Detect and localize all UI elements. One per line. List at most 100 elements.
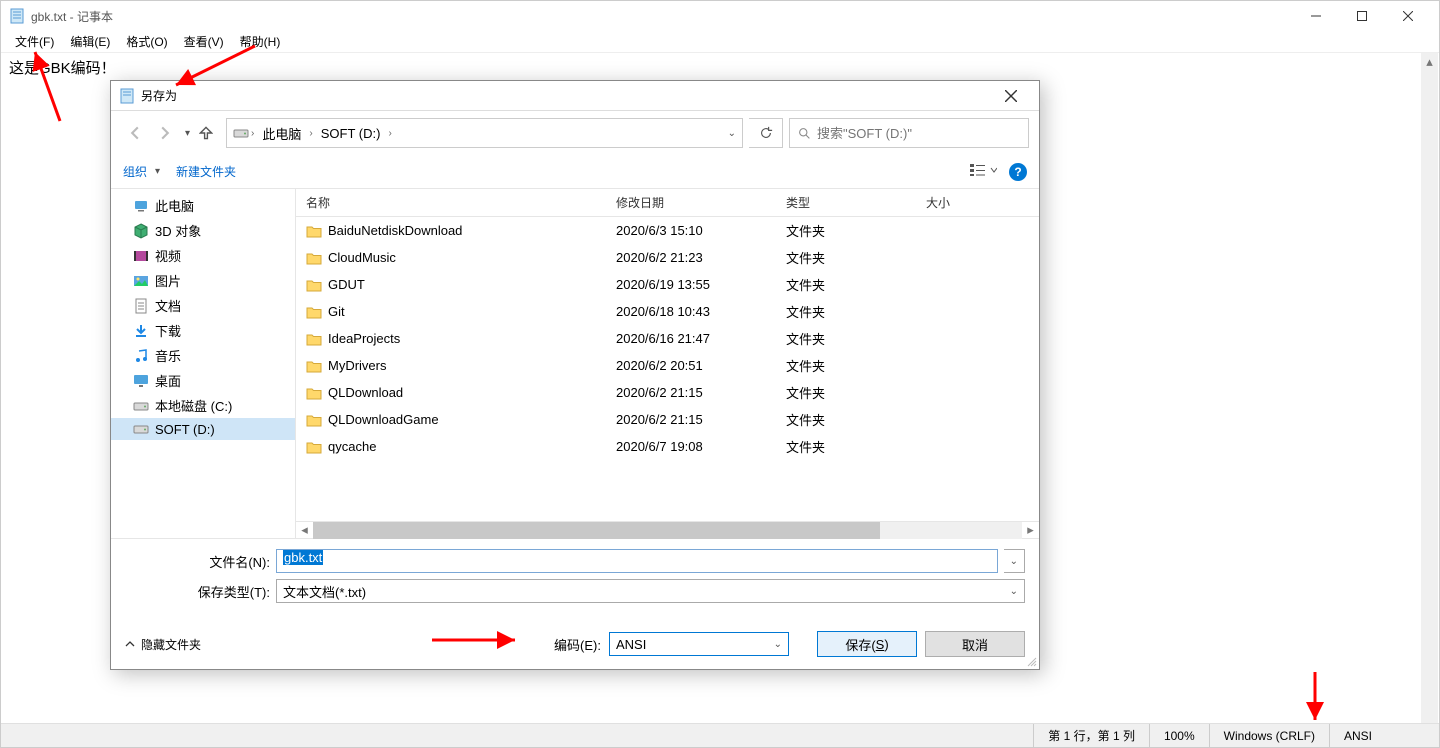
- file-pane: 名称 修改日期 类型 大小 BaiduNetdiskDownload2020/6…: [296, 189, 1039, 538]
- window-title: gbk.txt - 记事本: [31, 8, 113, 25]
- nav-forward-button[interactable]: [151, 119, 179, 147]
- breadcrumb-dropdown[interactable]: ⌄: [724, 128, 736, 139]
- save-as-dialog: 另存为 ▾ › 此电脑 › SOFT (D:) › ⌄ 组织 ▾ 新建文件夹: [110, 80, 1040, 670]
- file-name: CloudMusic: [328, 250, 396, 265]
- menu-file[interactable]: 文件(F): [7, 31, 62, 52]
- tree-item[interactable]: 图片: [111, 268, 295, 293]
- tree-item[interactable]: 下载: [111, 318, 295, 343]
- statusbar: 第 1 行，第 1 列 100% Windows (CRLF) ANSI: [1, 723, 1439, 747]
- nav-up-button[interactable]: [192, 119, 220, 147]
- file-name: QLDownloadGame: [328, 412, 439, 427]
- encoding-label: 编码(E):: [554, 635, 601, 654]
- chevron-right-icon: ›: [307, 128, 314, 139]
- file-type: 文件夹: [776, 410, 916, 429]
- chevron-up-icon: [125, 639, 135, 649]
- organize-button[interactable]: 组织 ▾: [123, 163, 160, 180]
- scroll-thumb[interactable]: [313, 522, 880, 539]
- file-type: 文件夹: [776, 356, 916, 375]
- file-type: 文件夹: [776, 302, 916, 321]
- scroll-up-icon[interactable]: ▴: [1421, 53, 1438, 70]
- save-button[interactable]: 保存(S): [817, 631, 917, 657]
- search-icon: [798, 127, 811, 140]
- file-row[interactable]: QLDownloadGame 2020/6/2 21:15文件夹: [296, 406, 1039, 433]
- filename-dropdown[interactable]: ⌄: [1004, 549, 1025, 573]
- dialog-close-button[interactable]: [991, 82, 1031, 110]
- horizontal-scrollbar[interactable]: ◂ ▸: [296, 521, 1039, 538]
- tree-item[interactable]: SOFT (D:): [111, 418, 295, 440]
- encoding-select[interactable]: ANSI ⌄: [609, 632, 789, 656]
- menu-view[interactable]: 查看(V): [176, 31, 232, 52]
- menu-help[interactable]: 帮助(H): [232, 31, 289, 52]
- breadcrumb-pc[interactable]: 此电脑: [256, 124, 307, 143]
- tree-item[interactable]: 桌面: [111, 368, 295, 393]
- minimize-button[interactable]: [1293, 1, 1339, 31]
- file-row[interactable]: CloudMusic2020/6/2 21:23文件夹: [296, 244, 1039, 271]
- file-list[interactable]: BaiduNetdiskDownload2020/6/3 15:10文件夹 Clo…: [296, 217, 1039, 521]
- new-folder-button[interactable]: 新建文件夹: [176, 163, 236, 180]
- cancel-button[interactable]: 取消: [925, 631, 1025, 657]
- file-type: 文件夹: [776, 437, 916, 456]
- file-type: 文件夹: [776, 383, 916, 402]
- tree-item[interactable]: 音乐: [111, 343, 295, 368]
- help-button[interactable]: ?: [1009, 163, 1027, 181]
- scroll-left-icon[interactable]: ◂: [296, 522, 313, 539]
- file-row[interactable]: Git2020/6/18 10:43文件夹: [296, 298, 1039, 325]
- scroll-right-icon[interactable]: ▸: [1022, 522, 1039, 539]
- file-date: 2020/6/7 19:08: [606, 439, 776, 454]
- status-zoom: 100%: [1149, 724, 1209, 747]
- menubar: 文件(F) 编辑(E) 格式(O) 查看(V) 帮助(H): [1, 31, 1439, 53]
- resize-grip-icon[interactable]: [1025, 655, 1037, 667]
- col-name[interactable]: 名称: [296, 194, 606, 211]
- col-size[interactable]: 大小: [916, 194, 986, 211]
- file-row[interactable]: BaiduNetdiskDownload2020/6/3 15:10文件夹: [296, 217, 1039, 244]
- file-date: 2020/6/2 21:23: [606, 250, 776, 265]
- nav-back-button[interactable]: [121, 119, 149, 147]
- file-row[interactable]: GDUT2020/6/19 13:55文件夹: [296, 271, 1039, 298]
- status-eol: Windows (CRLF): [1209, 724, 1329, 747]
- maximize-button[interactable]: [1339, 1, 1385, 31]
- file-type: 文件夹: [776, 275, 916, 294]
- tree-item-label: SOFT (D:): [155, 422, 215, 437]
- vertical-scrollbar[interactable]: ▴: [1421, 53, 1438, 723]
- file-type: 文件夹: [776, 221, 916, 240]
- chevron-right-icon: ›: [386, 128, 393, 139]
- col-date[interactable]: 修改日期: [606, 194, 776, 211]
- nav-history-dropdown[interactable]: ▾: [181, 128, 190, 139]
- file-row[interactable]: qycache2020/6/7 19:08文件夹: [296, 433, 1039, 460]
- search-input[interactable]: [817, 126, 1020, 141]
- col-type[interactable]: 类型: [776, 194, 916, 211]
- nav-tree[interactable]: 此电脑3D 对象视频图片文档下载音乐桌面本地磁盘 (C:) SOFT (D:): [111, 189, 296, 538]
- filename-label: 文件名(N):: [125, 552, 270, 571]
- breadcrumb-drive[interactable]: SOFT (D:): [315, 126, 387, 141]
- chevron-down-icon: ⌄: [1006, 586, 1018, 597]
- file-row[interactable]: IdeaProjects2020/6/16 21:47文件夹: [296, 325, 1039, 352]
- tree-item-label: 视频: [155, 246, 181, 265]
- search-box[interactable]: [789, 118, 1029, 148]
- tree-item[interactable]: 视频: [111, 243, 295, 268]
- column-headers[interactable]: 名称 修改日期 类型 大小: [296, 189, 1039, 217]
- dialog-titlebar: 另存为: [111, 81, 1039, 111]
- savetype-select[interactable]: 文本文档(*.txt) ⌄: [276, 579, 1025, 603]
- tree-item-label: 本地磁盘 (C:): [155, 396, 232, 415]
- hide-folders-button[interactable]: 隐藏文件夹: [125, 636, 201, 653]
- file-name: QLDownload: [328, 385, 403, 400]
- filename-input[interactable]: gbk.txt: [276, 549, 998, 573]
- refresh-button[interactable]: [749, 118, 783, 148]
- file-date: 2020/6/2 21:15: [606, 412, 776, 427]
- file-name: IdeaProjects: [328, 331, 400, 346]
- view-options-button[interactable]: [969, 162, 997, 181]
- file-name: MyDrivers: [328, 358, 387, 373]
- menu-edit[interactable]: 编辑(E): [62, 31, 118, 52]
- breadcrumb[interactable]: › 此电脑 › SOFT (D:) › ⌄: [226, 118, 743, 148]
- file-row[interactable]: MyDrivers2020/6/2 20:51文件夹: [296, 352, 1039, 379]
- tree-item[interactable]: 本地磁盘 (C:): [111, 393, 295, 418]
- tree-item-label: 文档: [155, 296, 181, 315]
- tree-item[interactable]: 文档: [111, 293, 295, 318]
- file-row[interactable]: QLDownload2020/6/2 21:15文件夹: [296, 379, 1039, 406]
- file-name: BaiduNetdiskDownload: [328, 223, 462, 238]
- tree-item[interactable]: 3D 对象: [111, 218, 295, 243]
- menu-format[interactable]: 格式(O): [118, 31, 175, 52]
- tree-item[interactable]: 此电脑: [111, 193, 295, 218]
- tree-item-label: 下载: [155, 321, 181, 340]
- close-button[interactable]: [1385, 1, 1431, 31]
